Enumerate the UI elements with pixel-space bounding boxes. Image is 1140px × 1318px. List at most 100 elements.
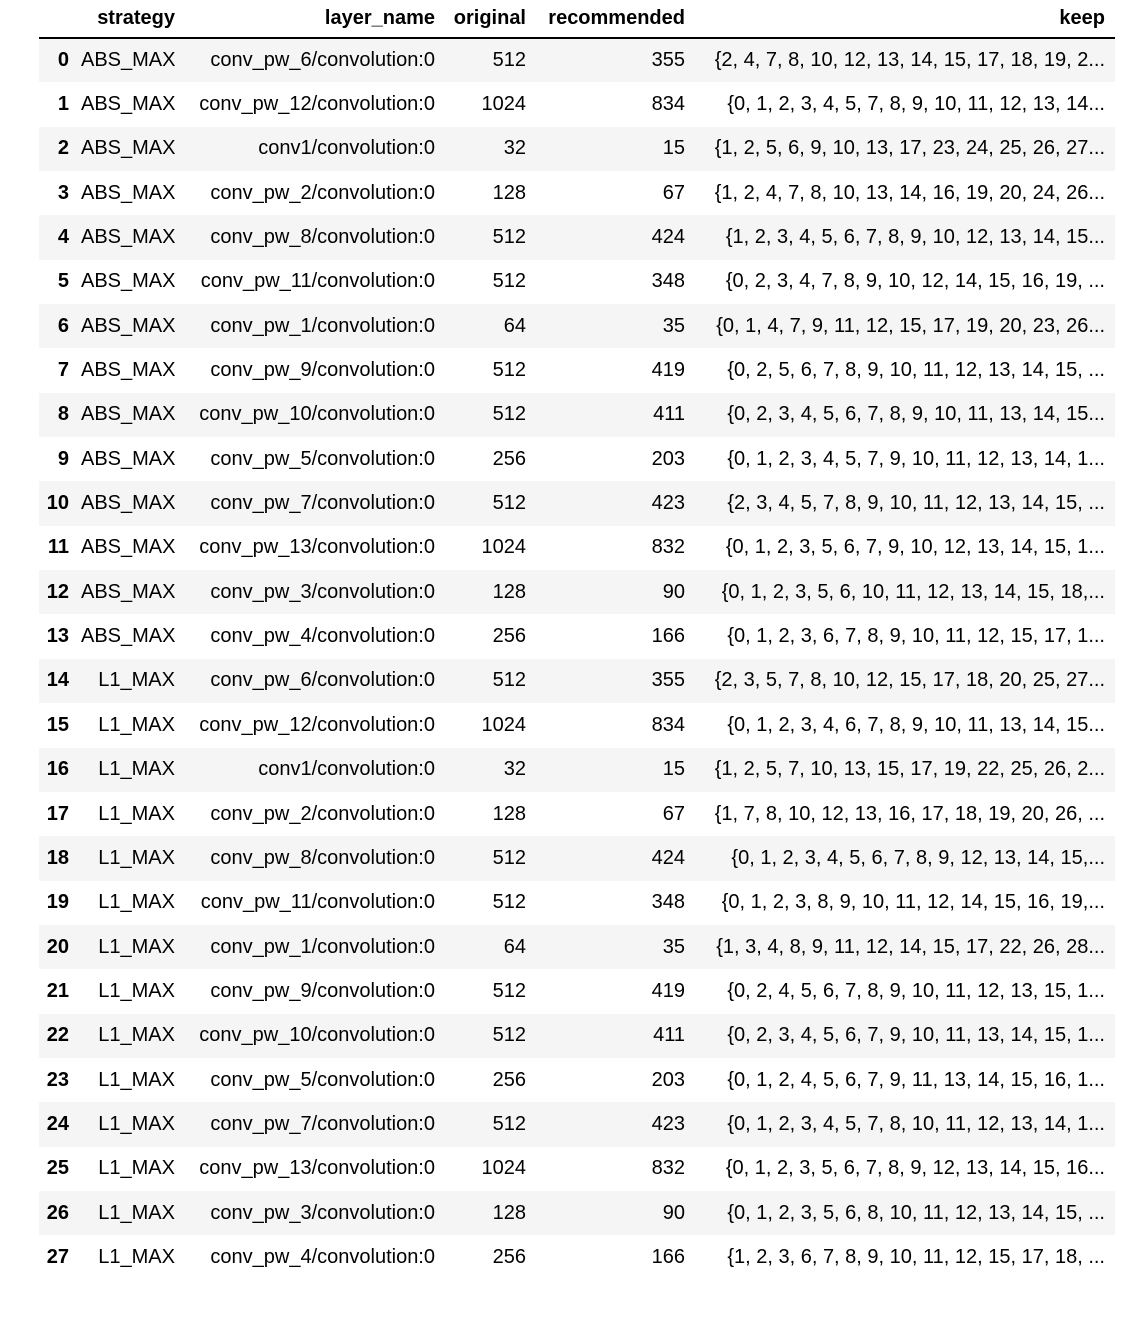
original-column-header: original: [445, 0, 536, 39]
recommended-cell: 203: [651, 1068, 685, 1091]
row-index: 25: [46, 1157, 69, 1180]
recommended-cell: 832: [651, 536, 685, 559]
row-index: 0: [57, 49, 69, 72]
layer-name-cell: conv_pw_1/convolution:0: [210, 935, 435, 958]
recommended-cell: 203: [651, 447, 685, 470]
table-row: 22 L1_MAX conv_pw_10/convolution:0 512 411 {0…: [39, 1013, 1115, 1058]
row-index: 21: [46, 979, 69, 1002]
keep-cell: {1, 2, 5, 7, 10, 13, 15, 17, 19, 22, 25,…: [714, 758, 1105, 781]
strategy-cell: ABS_MAX: [81, 49, 176, 72]
row-index: 14: [46, 669, 69, 692]
row-index: 18: [46, 846, 69, 869]
table-row: 8 ABS_MAX conv_pw_10/convolution:0 512 411 {0…: [39, 392, 1115, 438]
dataframe-table: strategy layer_name original recommended…: [39, 0, 1115, 1280]
recommended-cell: 166: [651, 625, 685, 648]
keep-cell: {2, 4, 7, 8, 10, 12, 13, 14, 15, 17, 18,…: [714, 49, 1105, 72]
original-cell: 128: [492, 1201, 526, 1224]
layer-name-cell: conv_pw_7/convolution:0: [210, 492, 435, 515]
strategy-column-header: strategy: [81, 0, 185, 39]
recommended-cell: 15: [662, 758, 685, 781]
layer-name-cell: conv_pw_12/convolution:0: [199, 93, 435, 116]
layer-name-cell: conv_pw_7/convolution:0: [210, 1112, 435, 1135]
original-cell: 512: [492, 1112, 526, 1135]
layer-name-cell: conv_pw_5/convolution:0: [210, 1068, 435, 1091]
recommended-cell: 419: [651, 979, 685, 1002]
original-cell: 512: [492, 492, 526, 515]
layer-name-cell: conv_pw_10/convolution:0: [199, 403, 435, 426]
table-row: 10 ABS_MAX conv_pw_7/convolution:0 512 423 {2…: [39, 481, 1115, 526]
keep-cell: {1, 2, 5, 6, 9, 10, 13, 17, 23, 24, 25, …: [714, 137, 1105, 160]
strategy-cell: ABS_MAX: [81, 536, 176, 559]
layer-name-cell: conv_pw_3/convolution:0: [210, 580, 435, 603]
strategy-cell: L1_MAX: [98, 669, 175, 692]
original-cell: 128: [492, 181, 526, 204]
strategy-cell: L1_MAX: [98, 846, 175, 869]
original-cell: 512: [492, 403, 526, 426]
row-index: 24: [46, 1112, 69, 1135]
recommended-cell: 424: [651, 226, 685, 249]
layer-name-cell: conv_pw_2/convolution:0: [210, 802, 435, 825]
recommended-cell: 355: [651, 669, 685, 692]
layer-name-cell: conv1/convolution:0: [258, 758, 435, 781]
strategy-cell: ABS_MAX: [81, 226, 176, 249]
row-index: 23: [46, 1068, 69, 1091]
layer-name-cell: conv_pw_8/convolution:0: [210, 226, 435, 249]
layer-name-cell: conv_pw_11/convolution:0: [200, 270, 435, 293]
layer-name-cell: conv_pw_6/convolution:0: [210, 669, 435, 692]
table-row: 27 L1_MAX conv_pw_4/convolution:0 256 166 {1,…: [39, 1235, 1115, 1280]
row-index: 19: [46, 891, 69, 914]
keep-cell: {1, 7, 8, 10, 12, 13, 16, 17, 18, 19, 20…: [714, 802, 1105, 825]
table-row: 6 ABS_MAX conv_pw_1/convolution:0 64 35 {0, 1…: [39, 304, 1115, 349]
table-row: 2 ABS_MAX conv1/convolution:0 32 15 {1, 2, 5,…: [39, 126, 1115, 172]
strategy-cell: L1_MAX: [98, 1112, 175, 1135]
keep-cell: {0, 1, 2, 3, 4, 5, 6, 7, 8, 9, 12, 13, 1…: [731, 846, 1105, 869]
strategy-cell: ABS_MAX: [81, 447, 176, 470]
table-body: 0 ABS_MAX conv_pw_6/convolution:0 512 355 {2,…: [39, 38, 1115, 1280]
row-index: 22: [46, 1024, 69, 1047]
layer-name-cell: conv_pw_9/convolution:0: [210, 359, 435, 382]
table-row: 5 ABS_MAX conv_pw_11/convolution:0 512 348 {0…: [39, 259, 1115, 305]
row-index: 7: [57, 359, 69, 382]
keep-cell: {0, 1, 2, 4, 5, 6, 7, 9, 11, 13, 14, 15,…: [727, 1068, 1105, 1091]
table-row: 12 ABS_MAX conv_pw_3/convolution:0 128 90 {0,…: [39, 570, 1115, 615]
original-cell: 1024: [481, 93, 527, 116]
keep-cell: {0, 2, 3, 4, 7, 8, 9, 10, 12, 14, 15, 16…: [725, 270, 1105, 293]
row-index: 8: [57, 403, 69, 426]
keep-cell: {0, 1, 4, 7, 9, 11, 12, 15, 17, 19, 20, …: [716, 314, 1105, 337]
original-cell: 64: [503, 314, 526, 337]
table-row: 0 ABS_MAX conv_pw_6/convolution:0 512 355 {2,…: [39, 38, 1115, 83]
strategy-cell: ABS_MAX: [81, 492, 176, 515]
keep-cell: {0, 1, 2, 3, 4, 5, 7, 8, 9, 10, 11, 12, …: [727, 93, 1105, 116]
recommended-cell: 423: [651, 492, 685, 515]
original-cell: 512: [492, 669, 526, 692]
row-index: 15: [46, 713, 69, 736]
table-row: 21 L1_MAX conv_pw_9/convolution:0 512 419 {0,…: [39, 969, 1115, 1014]
table-row: 4 ABS_MAX conv_pw_8/convolution:0 512 424 {1,…: [39, 215, 1115, 260]
recommended-cell: 15: [662, 137, 685, 160]
recommended-cell: 166: [651, 1245, 685, 1268]
row-index: 17: [46, 802, 69, 825]
layer-name-cell: conv_pw_11/convolution:0: [200, 891, 435, 914]
layer-name-cell: conv_pw_13/convolution:0: [199, 536, 435, 559]
keep-cell: {1, 2, 3, 6, 7, 8, 9, 10, 11, 12, 15, 17…: [727, 1245, 1105, 1268]
strategy-cell: L1_MAX: [98, 802, 175, 825]
keep-cell: {0, 2, 3, 4, 5, 6, 7, 8, 9, 10, 11, 13, …: [727, 403, 1105, 426]
recommended-cell: 423: [651, 1112, 685, 1135]
recommended-cell: 35: [662, 314, 685, 337]
layer-name-column-header: layer_name: [185, 0, 445, 39]
table-row: 20 L1_MAX conv_pw_1/convolution:0 64 35 {1, 3…: [39, 924, 1115, 970]
recommended-cell: 411: [653, 1024, 685, 1047]
strategy-cell: L1_MAX: [98, 758, 175, 781]
dataframe-output: strategy layer_name original recommended…: [39, 0, 1115, 1280]
original-cell: 1024: [481, 1157, 527, 1180]
row-index: 4: [57, 226, 69, 249]
layer-name-cell: conv_pw_8/convolution:0: [210, 846, 435, 869]
table-row: 14 L1_MAX conv_pw_6/convolution:0 512 355 {2,…: [39, 658, 1115, 704]
row-index: 6: [57, 314, 69, 337]
original-cell: 256: [492, 1068, 526, 1091]
strategy-cell: ABS_MAX: [81, 359, 176, 382]
original-cell: 32: [503, 137, 526, 160]
strategy-cell: ABS_MAX: [81, 580, 176, 603]
layer-name-cell: conv_pw_13/convolution:0: [199, 1157, 435, 1180]
keep-cell: {0, 2, 3, 4, 5, 6, 7, 9, 10, 11, 13, 14,…: [727, 1024, 1105, 1047]
